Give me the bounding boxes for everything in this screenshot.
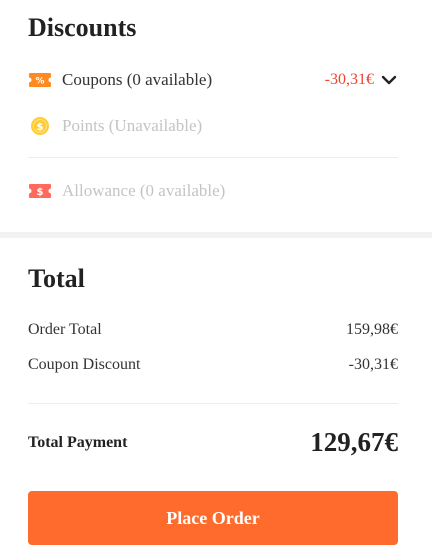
discounts-title: Discounts	[28, 13, 137, 42]
order-total-line: Order Total 159,98€	[28, 321, 398, 339]
svg-text:$: $	[37, 122, 44, 133]
place-order-button[interactable]: Place Order	[28, 491, 398, 545]
coupons-label: Coupons (0 available)	[62, 70, 213, 89]
points-coin-icon: $	[28, 117, 52, 135]
total-title: Total	[28, 264, 85, 293]
coupons-row[interactable]: % Coupons (0 available) -30,31€	[28, 68, 398, 92]
svg-text:%: %	[35, 77, 44, 87]
coupons-amount: -30,31€	[324, 71, 374, 88]
coupon-percent-icon: %	[28, 71, 52, 89]
discounts-card: Discounts % Coupons (0 available) -30,31…	[0, 0, 432, 232]
svg-text:$: $	[37, 187, 44, 198]
coupon-discount-value: -30,31€	[348, 356, 398, 373]
coupon-discount-line: Coupon Discount -30,31€	[28, 356, 398, 374]
points-label: Points (Unavailable)	[62, 116, 203, 135]
coupon-discount-label: Coupon Discount	[28, 356, 141, 373]
divider	[28, 403, 398, 404]
chevron-down-icon[interactable]	[380, 71, 398, 89]
divider	[28, 157, 398, 158]
allowance-row: $ Allowance (0 available)	[28, 179, 398, 203]
total-card: Total Order Total 159,98€ Coupon Discoun…	[0, 238, 432, 547]
total-payment-value: 129,67€	[310, 427, 398, 457]
total-payment-line: Total Payment 129,67€	[28, 427, 398, 458]
total-payment-label: Total Payment	[28, 433, 128, 451]
points-row: $ Points (Unavailable)	[28, 114, 398, 138]
allowance-label: Allowance (0 available)	[62, 181, 226, 200]
order-total-label: Order Total	[28, 321, 102, 338]
allowance-dollar-icon: $	[28, 182, 52, 200]
order-total-value: 159,98€	[346, 321, 398, 338]
